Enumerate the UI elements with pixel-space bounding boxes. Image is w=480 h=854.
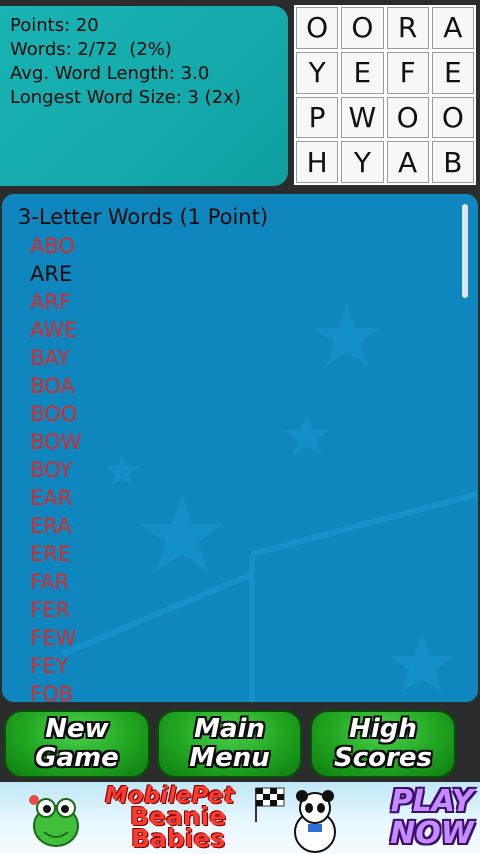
words-stat: Words: 2/72 (2%) [10, 39, 172, 60]
board-tile: A [386, 141, 429, 183]
board-tile: Y [296, 51, 339, 94]
word-item: BOA [30, 374, 75, 398]
board-tile: R [386, 7, 429, 49]
main-menu-button[interactable]: Main Menu [157, 710, 302, 778]
board-tile: O [296, 7, 339, 49]
board-tile: W [341, 96, 384, 139]
word-item: ERE [30, 542, 72, 566]
word-item: ABO [30, 234, 75, 258]
word-item: ARF [30, 290, 72, 314]
word-item: FEW [30, 626, 77, 650]
ad-banner[interactable]: MobilePet Beanie Babies PLAY NOW [0, 782, 480, 854]
play-now-button[interactable]: PLAY NOW [386, 786, 478, 850]
board-tile: F [386, 51, 429, 94]
button-bar: New Game Main Menu High Scores [0, 710, 480, 780]
new-game-button[interactable]: New Game [4, 710, 150, 778]
stats-panel: Points: 20 Words: 2/72 (2%) Avg. Word Le… [0, 6, 288, 186]
word-item: BOY [30, 458, 73, 482]
longest-word-stat: Longest Word Size: 3 (2x) [10, 87, 241, 108]
board-tile: O [431, 96, 474, 139]
word-item: BOW [30, 430, 82, 454]
scrollbar[interactable] [462, 204, 468, 298]
board-tile: Y [341, 141, 384, 183]
ad-product-text: Beanie Babies [130, 802, 227, 853]
word-item: BOO [30, 402, 78, 426]
word-item: ARE [30, 262, 73, 286]
word-list-panel[interactable]: 3-Letter Words (1 Point) ABO ARE ARF AWE BAY… [2, 194, 478, 702]
word-item: ERA [30, 514, 72, 538]
word-item: FER [30, 598, 70, 622]
word-item: BAY [30, 346, 70, 370]
board-tile: H [296, 141, 339, 183]
points-stat: Points: 20 [10, 15, 99, 36]
board-tile: P [296, 96, 339, 139]
board-tile: A [431, 7, 474, 49]
word-item: FAR [30, 570, 70, 594]
board-tile: B [431, 141, 474, 183]
frog-character-icon [29, 795, 79, 847]
panda-character-icon [294, 790, 336, 853]
board-tile: O [341, 7, 384, 49]
word-item: AWE [30, 318, 78, 342]
word-item: FEY [30, 654, 69, 678]
board-tile: E [341, 51, 384, 94]
board-tile: O [386, 96, 429, 139]
letter-board: O O R A Y E F E P W O O H Y A B [294, 5, 476, 185]
word-items: ABO ARE ARF AWE BAY BOA BOO BOW BOY EAR ERA ERE FAR F… [18, 232, 458, 702]
word-group-heading: 3-Letter Words (1 Point) [18, 205, 269, 229]
board-tile: E [431, 51, 474, 94]
word-item: FOB [30, 682, 74, 702]
avg-length-stat: Avg. Word Length: 3.0 [10, 63, 210, 84]
high-scores-button[interactable]: High Scores [310, 710, 456, 778]
word-list: 3-Letter Words (1 Point) ABO ARE ARF AWE BAY… [18, 202, 458, 702]
word-item: EAR [30, 486, 73, 510]
